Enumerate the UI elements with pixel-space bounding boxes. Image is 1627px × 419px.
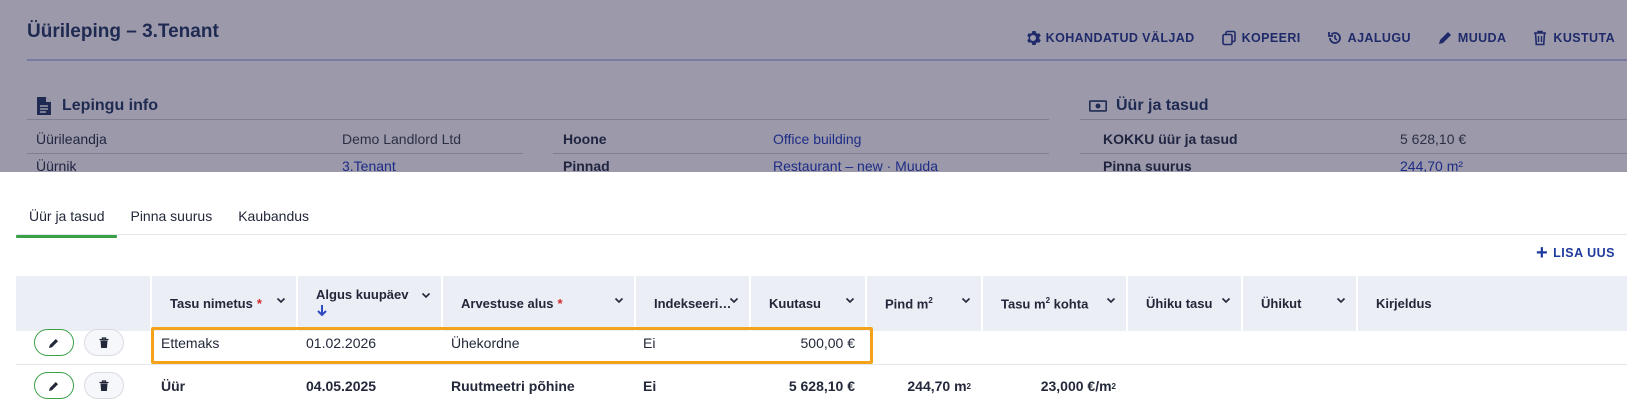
chevron-down-icon[interactable] <box>614 295 624 305</box>
chevron-down-icon[interactable] <box>421 290 431 300</box>
rent-fees-heading: Üür ja tasud <box>1089 96 1208 116</box>
custom-fields-label: KOHANDATUD VÄLJAD <box>1045 31 1195 45</box>
fee-name-cell: Ettemaks <box>161 335 220 351</box>
row-divider <box>1080 153 1627 154</box>
rent-fees-divider <box>1080 119 1627 120</box>
chevron-down-icon[interactable] <box>845 295 855 305</box>
chevron-down-icon[interactable] <box>1336 295 1346 305</box>
indexed-cell: Ei <box>643 378 657 394</box>
start-date-cell: 01.02.2026 <box>306 335 377 351</box>
column-label: Tasu m2 kohta <box>1001 295 1089 312</box>
edit-contract-button[interactable]: MUUDA <box>1437 30 1507 46</box>
copy-icon <box>1221 30 1236 46</box>
area-label: Pinna suurus <box>1103 158 1192 172</box>
contract-info-heading: Lepingu info <box>35 96 158 116</box>
column-label: Tasu nimetus <box>170 296 253 311</box>
building-label: Hoone <box>563 131 607 147</box>
units-link[interactable]: Restaurant – new · Muuda <box>773 158 938 172</box>
custom-fields-button[interactable]: KOHANDATUD VÄLJAD <box>1025 30 1195 46</box>
area-cell: 244,70 m2 <box>907 378 971 394</box>
copy-label: KOPEERI <box>1241 31 1301 45</box>
tab-rent-fees[interactable]: Üür ja tasud <box>16 200 118 238</box>
total-value: 5 628,10 € <box>1400 131 1467 147</box>
chevron-down-icon[interactable] <box>729 295 739 305</box>
column-label: Ühikut <box>1261 296 1302 311</box>
title-divider <box>27 59 1627 61</box>
start-date-cell: 04.05.2025 <box>306 378 377 394</box>
rate-cell: 23,000 €/m 2 <box>1040 378 1116 394</box>
required-marker: * <box>256 296 262 311</box>
chevron-down-icon[interactable] <box>276 295 286 305</box>
trash-icon <box>99 379 109 391</box>
column-label: Arvestuse alus <box>461 296 554 311</box>
table-row: Üür 04.05.2025 Ruutmeetri põhine Ei 5 62… <box>16 364 1627 408</box>
units-label: Pinnad <box>563 158 610 172</box>
edit-row-button[interactable] <box>34 372 74 399</box>
document-icon <box>37 97 51 115</box>
copy-button[interactable]: KOPEERI <box>1221 30 1301 46</box>
add-new-button[interactable]: + LISA UUS <box>1535 242 1615 264</box>
trash-icon <box>99 336 109 348</box>
tab-area-size[interactable]: Pinna suurus <box>117 200 225 238</box>
history-icon <box>1327 32 1341 44</box>
edit-label: MUUDA <box>1457 31 1507 45</box>
total-label: KOKKU üür ja tasud <box>1103 131 1238 147</box>
history-label: AJALUGU <box>1347 31 1411 45</box>
edit-row-button[interactable] <box>34 329 74 356</box>
column-label: Kuutasu <box>769 296 821 311</box>
add-new-label: LISA UUS <box>1553 246 1615 260</box>
trash-icon <box>1534 30 1547 46</box>
row-divider <box>27 153 523 154</box>
monthly-fee-cell: 500,00 € <box>800 335 856 351</box>
landlord-label: Üürileandja <box>36 131 107 147</box>
delete-row-button[interactable] <box>84 372 124 399</box>
pencil-icon <box>49 338 58 348</box>
tabs-divider <box>16 234 1627 235</box>
money-icon <box>1089 100 1107 112</box>
rent-fees-title: Üür ja tasud <box>1116 97 1209 114</box>
tab-bar: Üür ja tasud Pinna suurus Kaubandus <box>16 200 322 238</box>
area-value: 244,70 m² <box>1400 158 1464 172</box>
history-button[interactable]: AJALUGU <box>1327 30 1411 46</box>
tenant-link[interactable]: 3.Tenant <box>342 158 396 172</box>
billing-basis-cell: Ruutmeetri põhine <box>451 378 575 394</box>
tenant-label: Üürnik <box>36 158 77 172</box>
delete-label: KUSTUTA <box>1553 31 1615 45</box>
tab-trade[interactable]: Kaubandus <box>225 200 322 238</box>
row-divider <box>553 153 1049 154</box>
plus-icon: + <box>1535 242 1549 264</box>
table-row: Ettemaks 01.02.2026 Ühekordne Ei 500,00 … <box>16 321 1627 365</box>
contract-header-overlay: Üürileping – 3.Tenant KOHANDATUD VÄLJAD … <box>0 0 1627 172</box>
required-marker: * <box>557 296 563 311</box>
gear-icon <box>1026 31 1041 45</box>
header-actions: KOHANDATUD VÄLJAD KOPEERI AJALUGU MUUDA … <box>1025 30 1615 46</box>
column-label: Ühiku tasu <box>1146 296 1213 311</box>
building-link[interactable]: Office building <box>773 131 861 147</box>
chevron-down-icon[interactable] <box>1106 295 1116 305</box>
column-label: Algus kuupäev <box>316 287 409 302</box>
column-label: Indekseeri… <box>654 296 732 311</box>
contract-info-divider <box>27 119 1049 120</box>
chevron-down-icon[interactable] <box>1221 295 1231 305</box>
page-title: Üürileping – 3.Tenant <box>27 21 219 42</box>
landlord-value: Demo Landlord Ltd <box>342 131 462 147</box>
chevron-down-icon[interactable] <box>961 295 971 305</box>
fee-name-cell: Üür <box>161 378 186 394</box>
indexed-cell: Ei <box>643 335 656 351</box>
column-label: Kirjeldus <box>1376 296 1432 311</box>
monthly-fee-cell: 5 628,10 € <box>788 378 855 394</box>
delete-contract-button[interactable]: KUSTUTA <box>1532 30 1615 46</box>
billing-basis-cell: Ühekordne <box>451 335 520 351</box>
sort-arrow-down-icon <box>317 305 327 317</box>
contract-info-title: Lepingu info <box>62 97 158 114</box>
column-label: Pind m2 <box>885 295 933 312</box>
delete-row-button[interactable] <box>84 329 124 356</box>
pencil-icon <box>49 381 58 391</box>
pencil-icon <box>1438 32 1451 44</box>
